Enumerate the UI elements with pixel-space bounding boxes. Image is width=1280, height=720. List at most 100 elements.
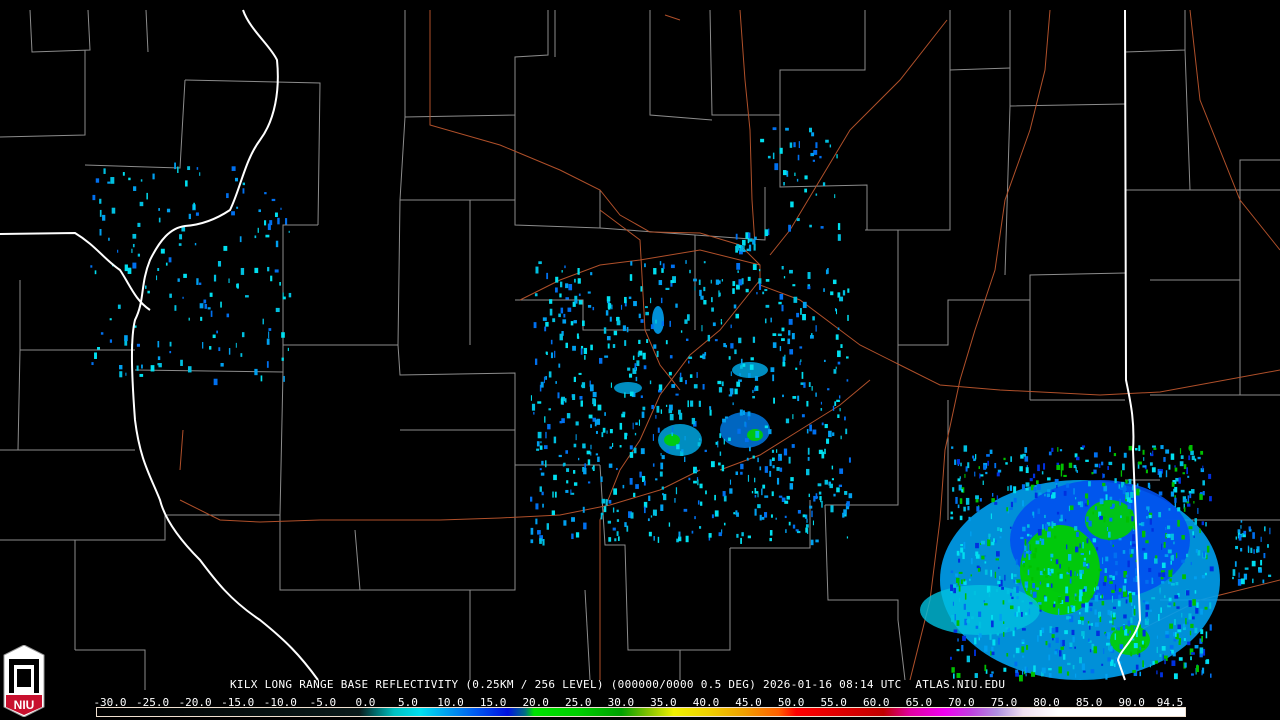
echo-speck	[1205, 522, 1207, 527]
echo-speck	[1237, 529, 1241, 533]
echo-speck	[234, 177, 238, 182]
echo-speck	[777, 333, 782, 337]
echo-speck	[1103, 648, 1105, 654]
echo-speck	[119, 364, 123, 370]
echo-speck	[1145, 540, 1149, 544]
echo-speck	[999, 536, 1002, 539]
echo-speck	[724, 416, 728, 419]
echo-speck	[701, 325, 703, 332]
echo-speck	[543, 376, 545, 384]
echo-speck	[1096, 586, 1099, 590]
echo-speck	[749, 446, 751, 452]
echo-speck	[580, 345, 584, 349]
echo-speck	[1056, 464, 1061, 470]
echo-speck	[1127, 560, 1130, 568]
echo-speck	[1193, 500, 1195, 504]
echo-speck	[1087, 623, 1092, 626]
echo-speck	[640, 395, 643, 399]
echo-speck	[796, 530, 801, 534]
echo-speck	[1252, 578, 1254, 584]
echo-speck	[835, 334, 839, 340]
echo-speck	[675, 393, 679, 396]
echo-speck	[288, 292, 292, 298]
echo-speck	[738, 337, 742, 344]
echo-speck	[1160, 607, 1162, 613]
echo-speck	[178, 243, 182, 246]
echo-speck	[961, 489, 964, 493]
echo-speck	[566, 468, 570, 472]
echo-speck	[1142, 600, 1146, 603]
echo-speck	[1129, 510, 1133, 515]
echo-speck	[624, 340, 627, 346]
echo-speck	[772, 342, 777, 348]
echo-speck	[1146, 516, 1148, 519]
echo-speck	[1022, 526, 1026, 532]
echo-speck	[633, 492, 636, 498]
echo-speck	[757, 493, 759, 498]
echo-speck	[986, 454, 990, 457]
echo-speck	[235, 342, 237, 348]
echo-speck	[603, 506, 607, 513]
echo-speck	[1202, 465, 1204, 470]
echo-speck	[607, 520, 612, 524]
echo-speck	[1193, 535, 1195, 538]
echo-speck	[236, 206, 239, 209]
echo-speck	[635, 422, 638, 426]
echo-speck	[99, 198, 102, 204]
echo-speck	[651, 404, 654, 410]
county-line	[514, 115, 601, 229]
echo-speck	[1118, 538, 1122, 541]
echo-speck	[1030, 534, 1032, 537]
echo-speck	[689, 269, 691, 274]
echo-speck	[122, 172, 125, 176]
echo-speck	[768, 429, 772, 435]
echo-speck	[769, 470, 772, 477]
echo-speck	[1074, 596, 1079, 601]
echo-speck	[998, 566, 1000, 569]
echo-speck	[1209, 624, 1212, 631]
echo-speck	[1005, 462, 1008, 465]
echo-speck	[745, 288, 749, 293]
echo-speck	[1015, 672, 1019, 677]
echo-speck	[1114, 584, 1117, 592]
echo-speck	[1034, 547, 1038, 553]
echo-speck	[1112, 612, 1116, 618]
echo-speck	[697, 500, 700, 505]
echo-speck	[544, 326, 547, 332]
echo-speck	[1145, 604, 1150, 610]
echo-speck	[772, 333, 777, 337]
map-canvas[interactable]	[0, 0, 1280, 720]
echo-speck	[990, 650, 992, 656]
echo-speck	[1200, 629, 1204, 635]
echo-speck	[137, 253, 141, 257]
echo-speck	[750, 357, 754, 361]
echo-speck	[991, 614, 994, 620]
echo-speck	[99, 209, 102, 217]
echo-speck	[573, 320, 577, 324]
echo-speck	[809, 505, 813, 509]
echo-speck	[950, 570, 954, 574]
echo-speck	[996, 495, 999, 500]
echo-speck	[699, 289, 702, 297]
echo-speck	[710, 297, 713, 303]
echo-speck	[790, 477, 794, 482]
echo-speck	[789, 142, 793, 148]
echo-speck	[531, 403, 536, 411]
echo-speck	[601, 498, 606, 504]
echo-speck	[545, 321, 549, 327]
echo-speck	[758, 283, 762, 290]
echo-speck	[747, 474, 750, 482]
echo-speck	[684, 436, 686, 441]
echo-speck	[644, 263, 646, 268]
echo-speck	[805, 527, 808, 533]
echo-speck	[1187, 503, 1191, 507]
echo-speck	[991, 671, 994, 674]
echo-speck	[991, 651, 995, 656]
echo-speck	[840, 344, 843, 348]
echo-speck	[1136, 483, 1139, 487]
county-line	[824, 504, 899, 620]
echo-speck	[764, 318, 767, 324]
echo-speck	[539, 538, 542, 544]
echo-speck	[549, 299, 553, 304]
echo-speck	[752, 395, 756, 399]
